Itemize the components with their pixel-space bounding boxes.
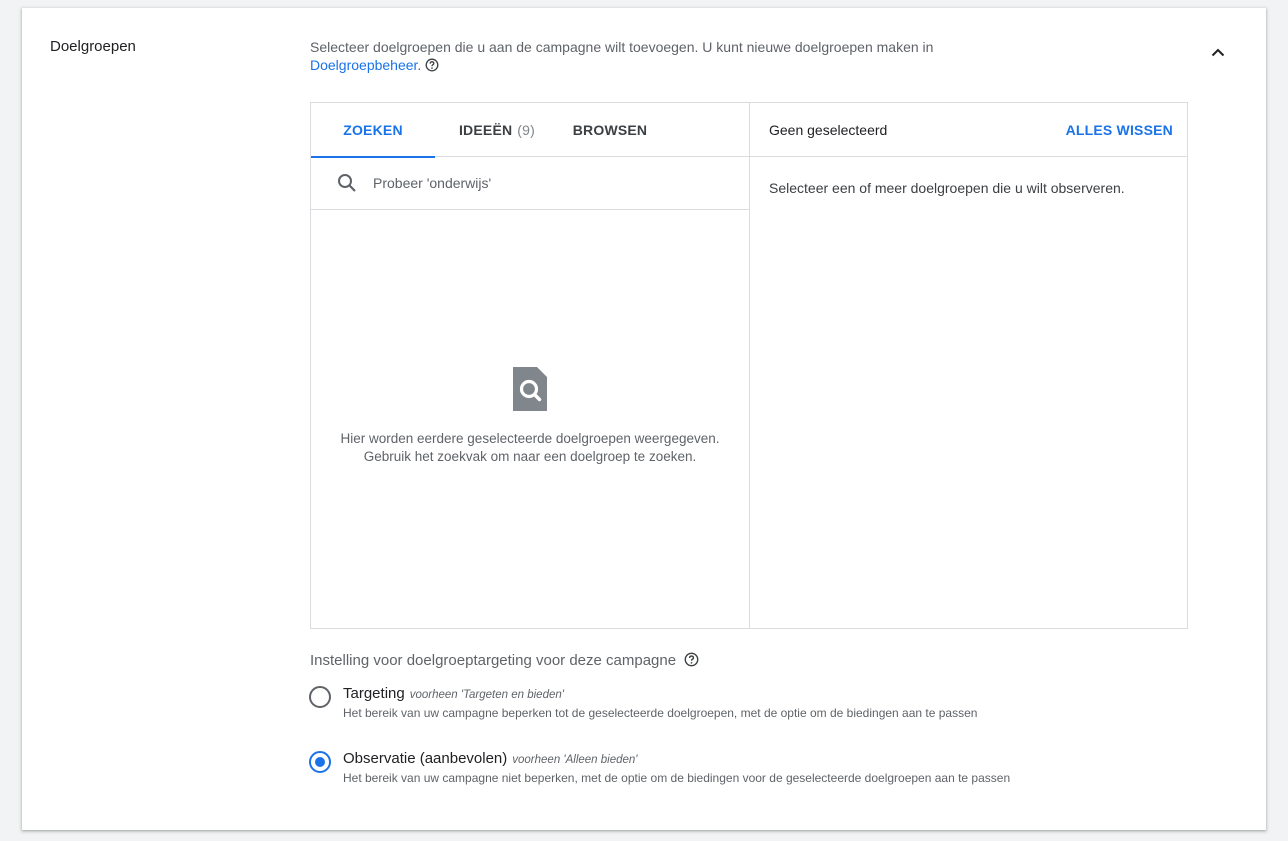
tab-ideeen-count: (9) (517, 122, 536, 138)
description-end: . (417, 57, 422, 73)
help-circle-icon[interactable] (684, 652, 699, 671)
section-title: Doelgroepen (50, 38, 136, 55)
section-description: Selecteer doelgroepen die u aan de campa… (310, 38, 1130, 76)
targeting-setting-label: Instelling voor doelgroeptargeting voor … (310, 652, 677, 669)
collapse-button[interactable] (1204, 38, 1232, 66)
document-search-icon (513, 367, 547, 411)
audience-search-input[interactable] (373, 175, 713, 191)
observation-radio[interactable] (309, 751, 331, 773)
tab-bar: ZOEKEN IDEEËN (9) BROWSEN (311, 103, 749, 158)
observation-label: Observatie (aanbevolen) (343, 750, 508, 767)
targeting-radio[interactable] (309, 686, 331, 708)
empty-state-message: Hier worden eerdere geselecteerde doelgr… (311, 430, 749, 466)
tab-zoeken-label: ZOEKEN (343, 122, 403, 138)
tab-ideeen[interactable]: IDEEËN (9) (435, 103, 559, 157)
help-circle-icon[interactable] (425, 58, 439, 76)
selected-header: Geen geselecteerd ALLES WISSEN (750, 103, 1187, 157)
observation-description: Het bereik van uw campagne niet beperken… (343, 771, 1011, 785)
tab-ideeen-label: IDEEËN (458, 122, 513, 138)
search-icon (338, 174, 356, 192)
selected-count: Geen geselecteerd (769, 121, 888, 138)
search-row (311, 157, 749, 210)
selected-hint: Selecteer een of meer doelgroepen die u … (769, 180, 1125, 196)
selected-pane: Geen geselecteerd ALLES WISSEN Selecteer… (750, 103, 1187, 628)
audience-picker: ZOEKEN IDEEËN (9) BROWSEN Probeer 'onder… (310, 102, 1188, 629)
targeting-sublabel: voorheen 'Targeten en bieden' (409, 689, 564, 701)
targeting-setting-title: Instelling voor doelgroeptargeting voor … (310, 652, 699, 671)
audiences-card: Doelgroepen Selecteer doelgroepen die u … (22, 8, 1266, 830)
targeting-label: Targeting (343, 685, 405, 702)
radio-option-observation[interactable]: Observatie (aanbevolen) voorheen 'Alleen … (309, 750, 1010, 785)
tab-zoeken[interactable]: ZOEKEN (311, 103, 435, 158)
audience-manager-link[interactable]: Doelgroepbeheer (310, 57, 417, 73)
clear-all-button[interactable]: ALLES WISSEN (1066, 122, 1173, 138)
targeting-description: Het bereik van uw campagne beperken tot … (343, 706, 978, 720)
empty-state-line1: Hier worden eerdere geselecteerde doelgr… (340, 431, 720, 446)
radio-option-targeting[interactable]: Targeting voorheen 'Targeten en bieden' H… (309, 685, 977, 720)
empty-state: Hier worden eerdere geselecteerde doelgr… (311, 365, 749, 466)
browse-pane: ZOEKEN IDEEËN (9) BROWSEN Probeer 'onder… (311, 103, 750, 628)
description-text: Selecteer doelgroepen die u aan de campa… (310, 39, 934, 55)
tab-browsen[interactable]: BROWSEN (559, 103, 661, 157)
empty-state-line2: Gebruik het zoekvak om naar een doelgroe… (363, 449, 697, 464)
tab-browsen-label: BROWSEN (572, 122, 648, 138)
chevron-up-icon (1211, 48, 1225, 56)
observation-sublabel: voorheen 'Alleen bieden' (512, 754, 638, 766)
